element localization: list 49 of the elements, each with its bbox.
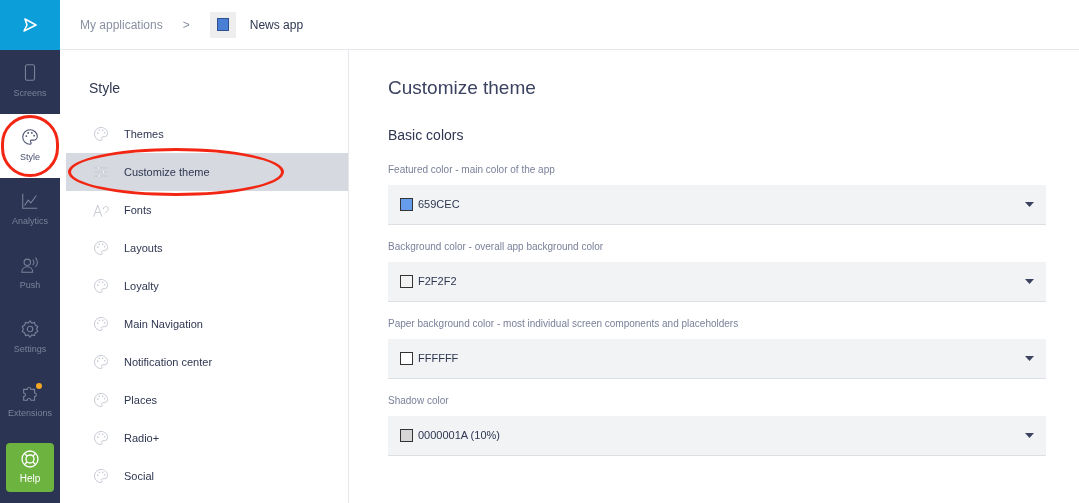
panel-title: Style [88, 79, 122, 98]
lifebuoy-icon [20, 449, 40, 469]
palette-icon [92, 277, 110, 295]
style-menu-item[interactable]: Customize theme [66, 153, 348, 191]
breadcrumb-separator: > [182, 16, 190, 34]
style-menu-item[interactable]: Notification center [66, 343, 348, 381]
section-heading: Basic colors [388, 125, 465, 145]
field-label: Paper background color - most individual screen components and placeholders [388, 316, 740, 331]
sliders-icon [92, 163, 110, 181]
style-menu-item[interactable]: Fonts [66, 191, 348, 229]
color-value: 0000001A (10%) [418, 427, 501, 443]
dropdown-caret-icon [1025, 278, 1034, 284]
color-value: FFFFFF [418, 350, 460, 366]
dropdown-caret-icon [1025, 355, 1034, 361]
chart-icon [20, 191, 40, 212]
style-menu-item[interactable]: Loyalty [66, 267, 348, 305]
palette-icon [92, 125, 110, 143]
sidebar-nav-item[interactable]: Style [0, 114, 60, 178]
field-label: Shadow color [388, 393, 450, 408]
palette-icon [92, 391, 110, 409]
palette-icon [92, 429, 110, 447]
color-value: F2F2F2 [418, 273, 458, 289]
style-menu-item[interactable]: Main Navigation [66, 305, 348, 343]
palette-icon [92, 315, 110, 333]
style-menu-item[interactable]: Layouts [66, 229, 348, 267]
palette-icon [92, 239, 110, 257]
style-menu-item[interactable]: Themes [66, 115, 348, 153]
palette-icon [92, 467, 110, 485]
color-select[interactable]: FFFFFF [388, 338, 1046, 379]
field-label: Featured color - main color of the app [388, 162, 556, 177]
style-menu-item[interactable]: Social [66, 457, 348, 495]
settings-icon [20, 319, 40, 340]
palette-icon [20, 127, 40, 148]
dropdown-caret-icon [1025, 201, 1034, 207]
field-label: Background color - overall app background color [388, 239, 605, 254]
page-title: Customize theme [388, 76, 537, 100]
logo-tile[interactable] [0, 0, 60, 50]
logo-icon [22, 18, 38, 32]
color-select[interactable]: 659CEC [388, 184, 1046, 225]
color-select[interactable]: F2F2F2 [388, 261, 1046, 302]
palette-icon [92, 353, 110, 371]
style-menu-item[interactable]: Radio+ [66, 419, 348, 457]
style-menu-item[interactable]: Places [66, 381, 348, 419]
app-thumbnail [209, 11, 236, 38]
person-signal-icon [20, 255, 40, 276]
dropdown-caret-icon [1025, 432, 1034, 438]
color-value: 659CEC [418, 196, 461, 212]
app-name: News app [249, 16, 304, 34]
color-select[interactable]: 0000001A (10%) [388, 415, 1046, 456]
